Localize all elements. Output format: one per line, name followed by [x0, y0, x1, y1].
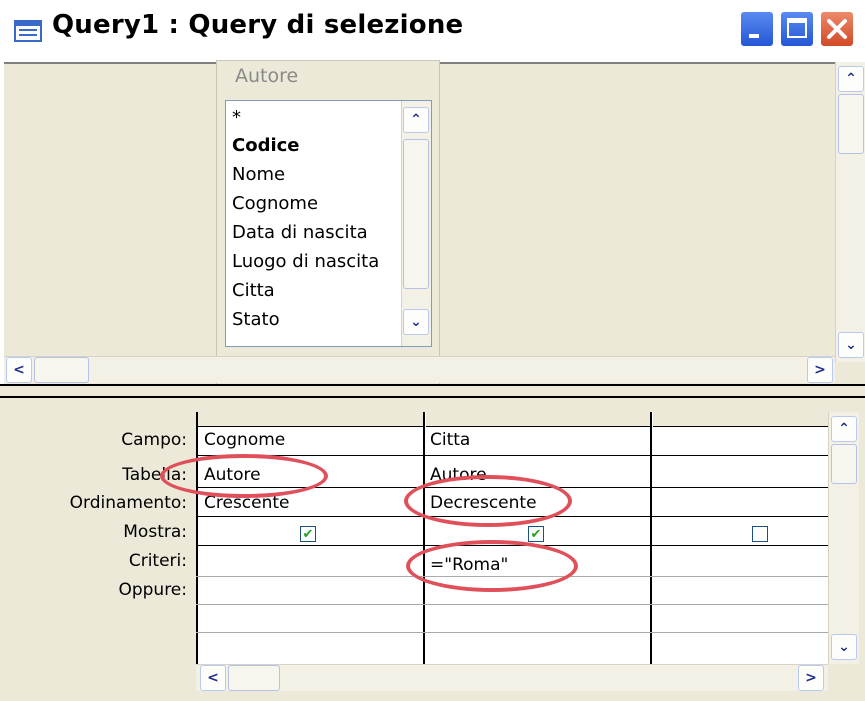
maximize-icon	[787, 18, 807, 38]
column-divider	[650, 412, 652, 664]
grid-vscroll-thumb[interactable]	[831, 444, 857, 484]
chevron-down-icon: ⌄	[410, 314, 422, 330]
query-window-icon	[14, 20, 42, 42]
pane-splitter[interactable]	[0, 384, 865, 398]
row-divider	[196, 632, 828, 633]
upper-scroll-right-button[interactable]: >	[807, 357, 833, 383]
row-divider	[196, 604, 828, 605]
query-design-grid[interactable]	[196, 412, 828, 664]
maximize-button[interactable]	[780, 11, 814, 47]
chevron-right-icon: >	[805, 670, 817, 686]
row-label-ordinamento: Ordinamento:	[69, 493, 187, 513]
checkmark-icon: ✔	[530, 526, 542, 542]
close-button[interactable]	[820, 11, 854, 47]
chevron-up-icon: ⌃	[410, 112, 422, 128]
column-selector-3[interactable]	[653, 412, 828, 427]
grid-hscroll-thumb[interactable]	[228, 665, 280, 691]
close-icon	[827, 19, 847, 39]
highlight-ellipse-criteri	[406, 540, 578, 592]
column-selector-2[interactable]	[426, 412, 650, 427]
chevron-right-icon: >	[814, 362, 826, 378]
row-divider	[196, 455, 828, 456]
field-item-nome[interactable]: Nome	[232, 164, 285, 185]
cell-campo-1[interactable]: Cognome	[204, 430, 285, 450]
minimize-button[interactable]	[740, 11, 774, 47]
chevron-up-icon: ⌃	[845, 71, 857, 87]
grid-vertical-scrollbar[interactable]: ⌃ ⌄	[828, 412, 859, 664]
mostra-checkbox-1[interactable]: ✔	[300, 526, 316, 542]
field-item-stato[interactable]: Stato	[232, 309, 280, 330]
upper-scroll-left-button[interactable]: <	[6, 357, 32, 383]
window-title: Query1 : Query di selezione	[52, 10, 464, 40]
row-label-campo: Campo:	[121, 430, 187, 450]
chevron-down-icon: ⌄	[845, 337, 857, 353]
cell-campo-2[interactable]: Citta	[430, 430, 470, 450]
chevron-down-icon: ⌄	[838, 639, 850, 655]
upper-vertical-scrollbar[interactable]: ⌃ ⌄	[835, 62, 865, 362]
mostra-checkbox-3[interactable]	[752, 526, 768, 542]
scroll-thumb[interactable]	[403, 139, 429, 289]
field-item-all[interactable]: *	[232, 107, 241, 128]
field-item-data-di-nascita[interactable]: Data di nascita	[232, 222, 368, 243]
grid-scroll-down-button[interactable]: ⌄	[831, 634, 857, 660]
mostra-checkbox-2[interactable]: ✔	[528, 526, 544, 542]
title-bar: Query1 : Query di selezione	[0, 0, 865, 62]
grid-scroll-right-button[interactable]: >	[798, 665, 824, 691]
upper-scroll-down-button[interactable]: ⌄	[838, 332, 864, 358]
column-selector-1[interactable]	[198, 412, 423, 427]
column-divider	[423, 412, 425, 664]
upper-scroll-thumb[interactable]	[838, 94, 864, 154]
scroll-up-button[interactable]: ⌃	[403, 107, 429, 133]
field-list-scrollbar[interactable]: ⌃ ⌄	[401, 101, 431, 346]
scroll-down-button[interactable]: ⌄	[403, 309, 429, 335]
checkmark-icon: ✔	[302, 526, 314, 542]
grid-scroll-left-button[interactable]: <	[200, 665, 226, 691]
field-item-luogo-di-nascita[interactable]: Luogo di nascita	[232, 251, 379, 272]
row-label-criteri: Criteri:	[128, 551, 187, 571]
chevron-up-icon: ⌃	[838, 421, 850, 437]
field-list[interactable]: * Codice Nome Cognome Data di nascita Lu…	[225, 100, 432, 347]
upper-scroll-up-button[interactable]: ⌃	[838, 66, 864, 92]
upper-horizontal-scrollbar[interactable]: < >	[4, 356, 835, 383]
chevron-left-icon: <	[207, 670, 219, 686]
row-label-oppure: Oppure:	[118, 580, 187, 600]
field-item-citta[interactable]: Citta	[232, 280, 275, 301]
upper-hscroll-thumb[interactable]	[34, 357, 89, 383]
grid-scroll-up-button[interactable]: ⌃	[831, 416, 857, 442]
grid-horizontal-scrollbar[interactable]: < >	[196, 664, 828, 691]
field-item-cognome[interactable]: Cognome	[232, 193, 318, 214]
highlight-ellipse-tabella	[160, 454, 328, 498]
field-item-codice[interactable]: Codice	[232, 135, 300, 156]
minimize-icon	[749, 34, 759, 38]
row-label-mostra: Mostra:	[123, 522, 187, 542]
table-name: Autore	[235, 65, 299, 87]
highlight-ellipse-ordinamento	[404, 475, 572, 527]
chevron-left-icon: <	[13, 362, 25, 378]
